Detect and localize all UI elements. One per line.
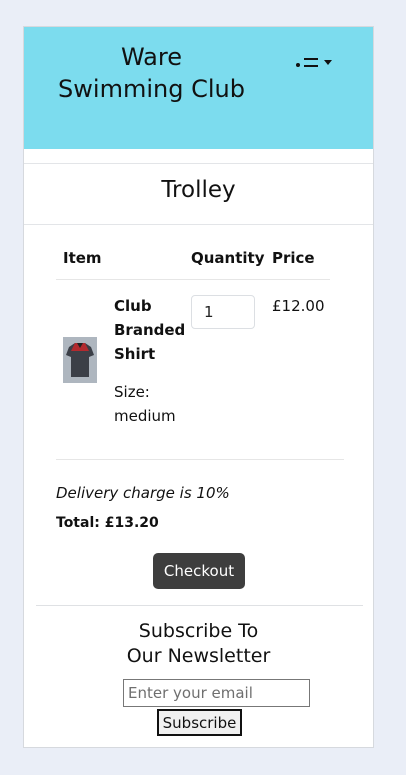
- size-label: Size:: [114, 383, 150, 401]
- order-total: Total: £13.20: [56, 515, 159, 531]
- quantity-input[interactable]: [191, 295, 255, 329]
- checkout-button[interactable]: Checkout: [153, 553, 245, 589]
- dot-icon: [296, 63, 300, 67]
- brand-line-2: Swimming Club: [58, 75, 245, 103]
- page-title: Trolley: [161, 177, 236, 203]
- hamburger-icon: [304, 57, 318, 67]
- subscribe-button[interactable]: Subscribe: [157, 709, 242, 736]
- divider: [56, 279, 330, 280]
- product-name-line: Shirt: [114, 345, 156, 363]
- product-name-line: Branded: [114, 321, 186, 339]
- divider: [36, 605, 363, 606]
- newsletter-heading: Subscribe To Our Newsletter: [24, 619, 373, 669]
- brand-title[interactable]: Ware Swimming Club: [44, 41, 259, 105]
- chevron-down-icon: [324, 59, 332, 65]
- product-size: Size: medium: [114, 380, 189, 428]
- email-field[interactable]: [123, 679, 310, 707]
- item-price: £12.00: [272, 297, 325, 315]
- size-value: medium: [114, 407, 176, 425]
- brand-line-1: Ware: [120, 43, 182, 71]
- column-header-quantity: Quantity: [191, 249, 265, 267]
- divider: [24, 224, 373, 225]
- product-name[interactable]: Club Branded Shirt: [114, 294, 189, 366]
- delivery-note: Delivery charge is 10%: [56, 484, 230, 502]
- newsletter-heading-line: Subscribe To: [138, 620, 259, 642]
- product-image[interactable]: [63, 337, 97, 383]
- site-header: Ware Swimming Club: [24, 27, 373, 149]
- divider: [24, 163, 373, 164]
- menu-toggle-button[interactable]: [296, 57, 332, 67]
- divider: [56, 459, 344, 460]
- main-card: Ware Swimming Club Trolley Item Quantity…: [23, 26, 374, 748]
- product-name-line: Club: [114, 297, 152, 315]
- column-header-price: Price: [272, 249, 315, 267]
- newsletter-heading-line: Our Newsletter: [126, 645, 271, 667]
- column-header-item: Item: [63, 249, 102, 267]
